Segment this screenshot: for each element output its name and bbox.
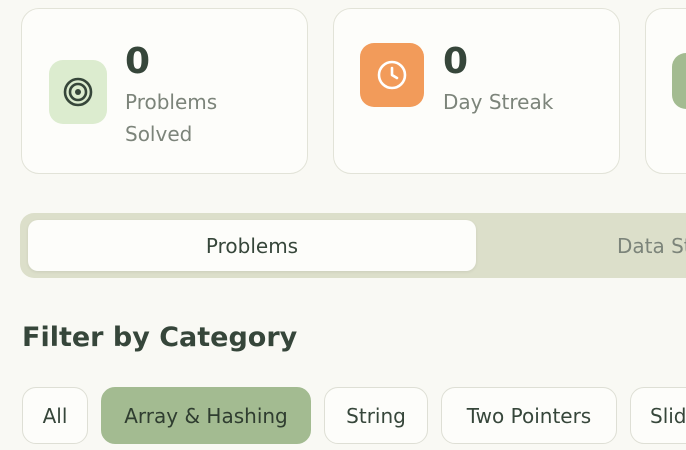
problems-solved-value: 0 [125, 41, 151, 82]
day-streak-label: Day Streak [443, 90, 554, 114]
stat-card-day-streak: 0 Day Streak [333, 8, 620, 174]
day-streak-value: 0 [443, 41, 469, 82]
tab-problems[interactable]: Problems [28, 220, 476, 271]
stat-icon-green [672, 53, 686, 109]
category-chip-string[interactable]: String [324, 387, 428, 444]
page: 0 Problems Solved 0 Day Streak Problems … [0, 0, 686, 450]
tab-data-structures[interactable]: Data Structures [476, 220, 686, 271]
stat-card-third [645, 8, 686, 174]
category-chip-all[interactable]: All [22, 387, 88, 444]
clock-icon [360, 43, 424, 107]
view-tabs: Problems Data Structures [20, 213, 686, 278]
filter-section-title: Filter by Category [22, 322, 298, 353]
category-chip-two-pointers[interactable]: Two Pointers [441, 387, 617, 444]
problems-solved-label-line2: Solved [125, 122, 193, 146]
target-icon [49, 60, 107, 124]
stat-card-problems-solved: 0 Problems Solved [21, 8, 308, 174]
problems-solved-label-line1: Problems [125, 90, 218, 114]
category-chip-array-hashing[interactable]: Array & Hashing [101, 387, 311, 444]
category-chip-sliding-window[interactable]: Sliding Window [630, 387, 686, 444]
